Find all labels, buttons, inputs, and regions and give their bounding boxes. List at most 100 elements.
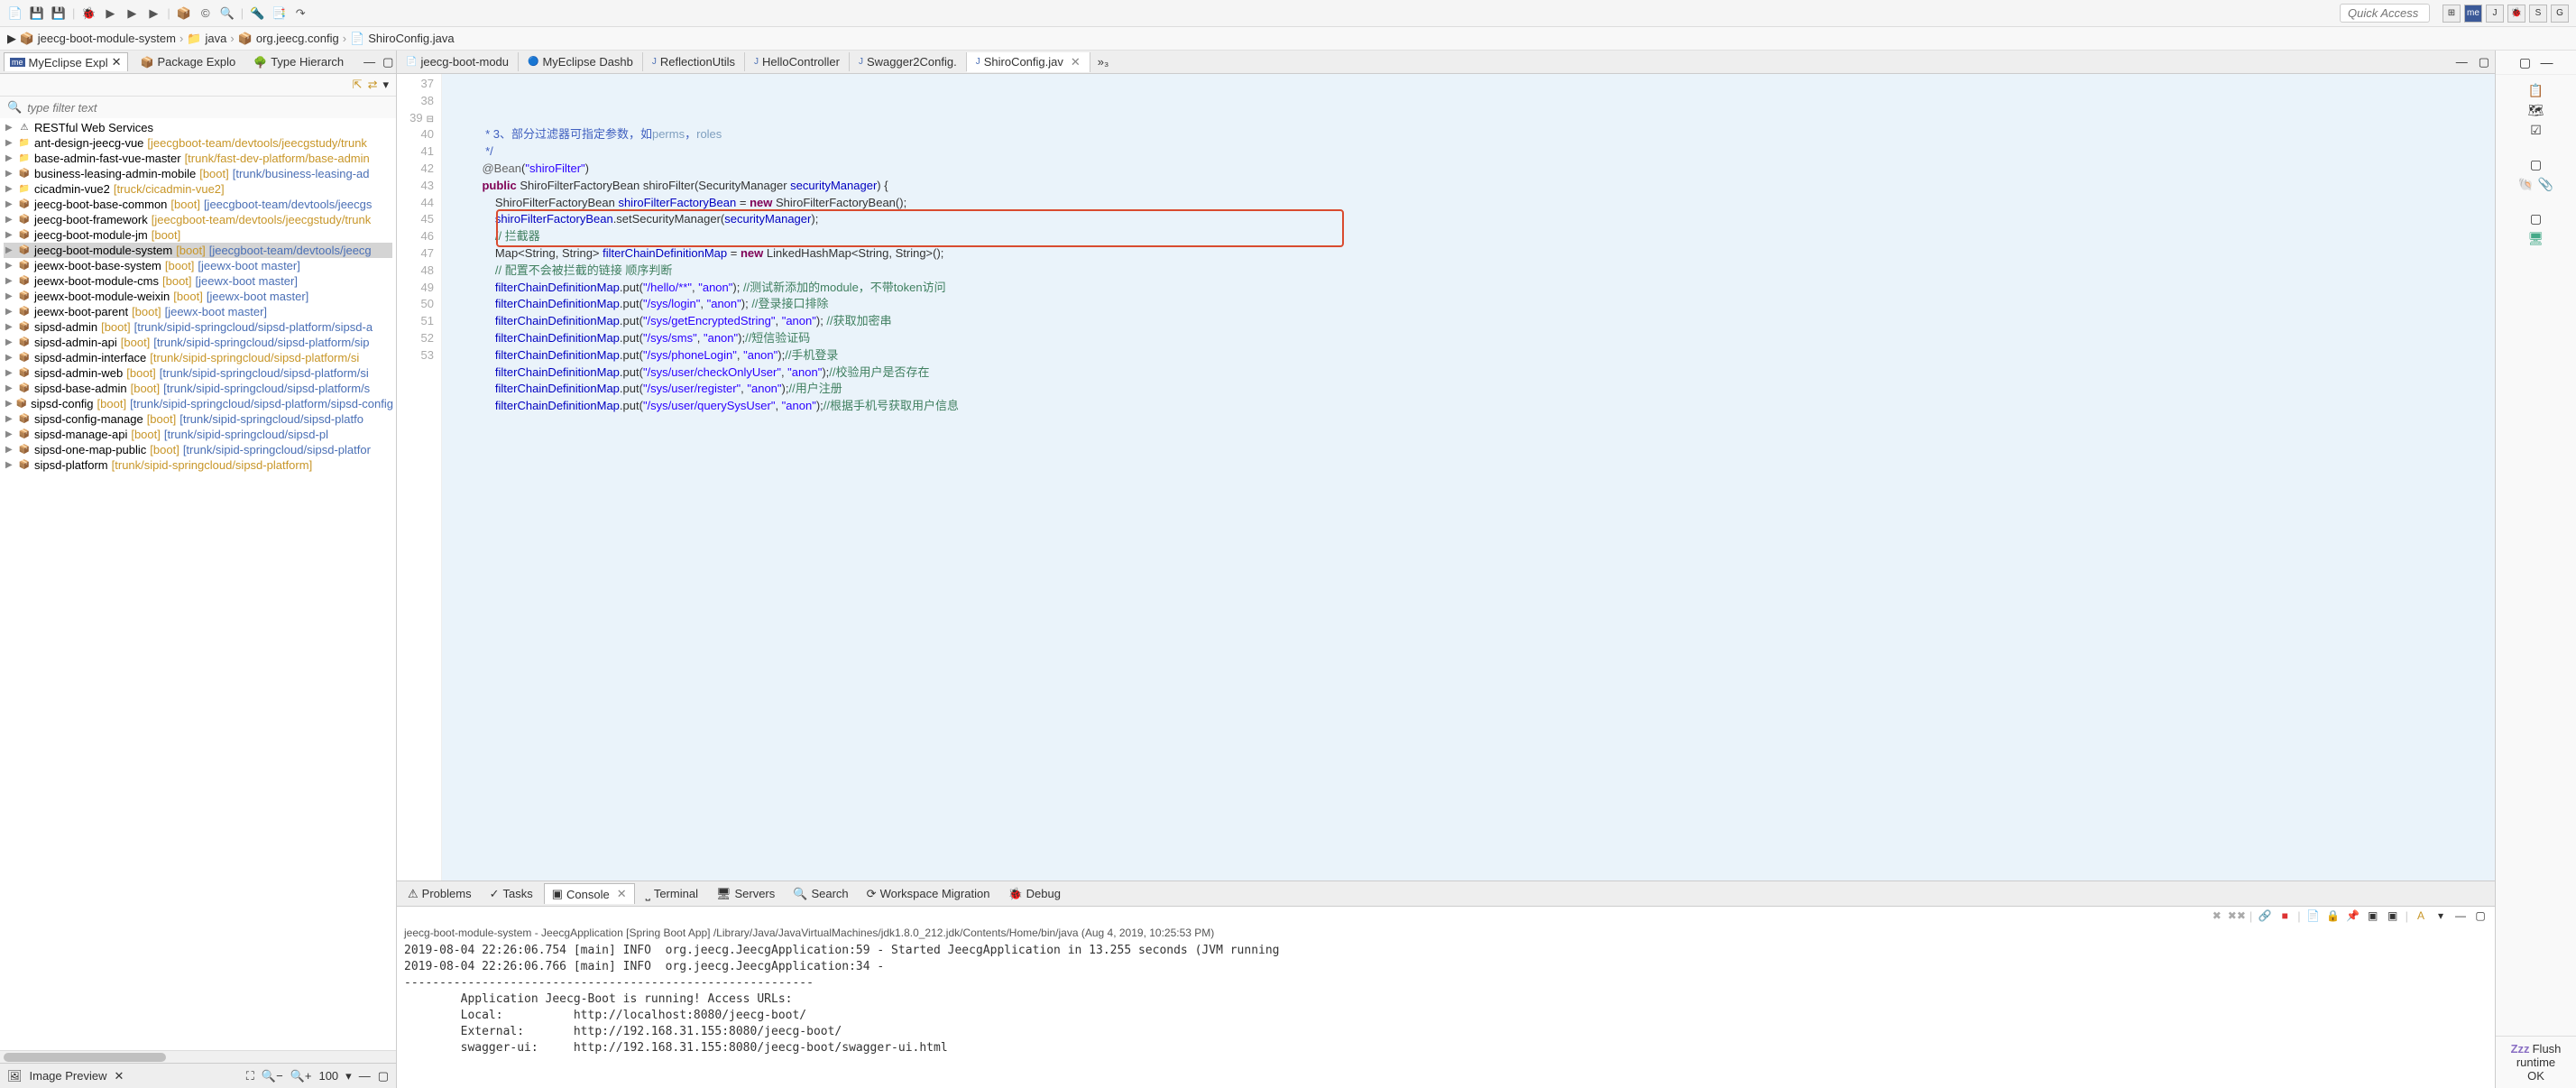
project-tree-item[interactable]: ▶📦sipsd-config [boot] [trunk/sipid-sprin… — [4, 396, 392, 411]
editor-tab[interactable]: JReflectionUtils — [643, 52, 745, 71]
horizontal-scrollbar[interactable] — [0, 1050, 396, 1063]
minimize-icon[interactable]: — — [2451, 55, 2473, 69]
close-icon[interactable]: ✕ — [115, 1069, 124, 1083]
project-tree[interactable]: ▶⚠RESTful Web Services▶📁ant-design-jeecg… — [0, 118, 396, 1050]
terminate-icon[interactable]: ■ — [2277, 908, 2292, 923]
svn-perspective-icon[interactable]: S — [2529, 5, 2547, 23]
editor-tab[interactable]: JShiroConfig.jav✕ — [967, 52, 1090, 72]
open-console-icon[interactable]: ▣ — [2386, 908, 2400, 923]
view-menu-icon[interactable]: ▾ — [345, 1069, 352, 1083]
display-selected-icon[interactable]: ▣ — [2366, 908, 2380, 923]
breadcrumb-file[interactable]: 📄 ShiroConfig.java — [350, 32, 455, 46]
myeclipse-perspective-icon[interactable]: me — [2464, 5, 2482, 23]
project-tree-item[interactable]: ▶📦sipsd-one-map-public [boot] [trunk/sip… — [4, 442, 392, 457]
link-icon[interactable]: 🔗 — [2258, 908, 2272, 923]
outline-icon[interactable]: 📋 — [2528, 82, 2544, 98]
project-tree-item[interactable]: ▶📦jeecg-boot-module-jm [boot] — [4, 227, 392, 243]
zoom-fit-icon[interactable]: ⛶ — [246, 1069, 254, 1083]
java-perspective-icon[interactable]: J — [2486, 5, 2504, 23]
ansi-icon[interactable]: A — [2414, 908, 2428, 923]
project-tree-item[interactable]: ▶📁ant-design-jeecg-vue [jeecgboot-team/d… — [4, 135, 392, 151]
bottom-tab-tasks[interactable]: ✓Tasks — [483, 884, 540, 904]
console-output[interactable]: 2019-08-04 22:26:06.754 [main] INFO org.… — [397, 941, 2495, 1088]
project-tree-item[interactable]: ▶📦sipsd-admin [boot] [trunk/sipid-spring… — [4, 319, 392, 335]
project-tree-item[interactable]: ▶📦sipsd-admin-interface [trunk/sipid-spr… — [4, 350, 392, 365]
toggle-mark-icon[interactable]: 📑 — [271, 5, 287, 22]
maximize-icon[interactable]: ▢ — [2473, 55, 2495, 69]
open-perspective-icon[interactable]: ⊞ — [2443, 5, 2461, 23]
bottom-tab-console[interactable]: ▣Console✕ — [544, 883, 635, 904]
link-editor-icon[interactable]: ⇄ — [368, 78, 378, 92]
new-icon[interactable]: 📄 — [7, 5, 23, 22]
flush-runtime-panel[interactable]: Zzz Flush runtime OK — [2496, 1036, 2576, 1088]
breadcrumb-src[interactable]: 📁 java — [187, 32, 226, 46]
project-tree-item[interactable]: ▶📁base-admin-fast-vue-master [trunk/fast… — [4, 151, 392, 166]
bottom-tab-debug[interactable]: 🐞Debug — [1000, 884, 1068, 904]
restore-icon[interactable]: ▢ — [2528, 210, 2544, 226]
project-tree-item[interactable]: ▶📁cicadmin-vue2 [truck/cicadmin-vue2] — [4, 181, 392, 197]
code-editor[interactable]: 3738394041424344454647484950515253 * 3、部… — [397, 74, 2495, 881]
project-tree-item[interactable]: ▶📦jeecg-boot-module-system [boot] [jeecg… — [4, 243, 392, 258]
shell-icon[interactable]: 🐚 — [2518, 176, 2535, 192]
project-tree-item[interactable]: ▶📦sipsd-admin-api [boot] [trunk/sipid-sp… — [4, 335, 392, 350]
bottom-tab-problems[interactable]: ⚠Problems — [400, 884, 479, 904]
project-tree-item[interactable]: ▶📦jeewx-boot-module-weixin [boot] [jeewx… — [4, 289, 392, 304]
bottom-tab-servers[interactable]: 🖥Servers — [709, 884, 782, 904]
maximize-icon[interactable]: ▢ — [382, 55, 393, 69]
bottom-tab-search[interactable]: 🔍Search — [786, 884, 855, 904]
save-all-icon[interactable]: 💾 — [51, 5, 67, 22]
more-tabs-button[interactable]: »₃ — [1090, 55, 1117, 69]
project-tree-item[interactable]: ▶📦jeecg-boot-base-common [boot] [jeecgbo… — [4, 197, 392, 212]
project-tree-item[interactable]: ▶📦jeewx-boot-module-cms [boot] [jeewx-bo… — [4, 273, 392, 289]
clear-console-icon[interactable]: 📄 — [2306, 908, 2321, 923]
minimize-icon[interactable]: — — [2453, 908, 2468, 923]
new-project-icon[interactable]: 📦 — [176, 5, 192, 22]
project-tree-item[interactable]: ▶📦sipsd-platform [trunk/sipid-springclou… — [4, 457, 392, 473]
project-tree-item[interactable]: ▶📦sipsd-admin-web [boot] [trunk/sipid-sp… — [4, 365, 392, 381]
editor-tab[interactable]: 🔵MyEclipse Dashb — [519, 52, 643, 71]
task-list-icon[interactable]: ☑ — [2528, 122, 2544, 138]
editor-tab[interactable]: 📄jeecg-boot-modu — [397, 52, 519, 71]
minimap-icon[interactable]: 🗺 — [2528, 102, 2544, 118]
open-type-icon[interactable]: 🔍 — [219, 5, 235, 22]
debug-icon[interactable]: 🐞 — [80, 5, 97, 22]
step-icon[interactable]: ↷ — [292, 5, 308, 22]
minimize-icon[interactable]: — — [359, 1069, 371, 1083]
project-tree-item[interactable]: ▶📦business-leasing-admin-mobile [boot] [… — [4, 166, 392, 181]
quick-access-input[interactable] — [2340, 4, 2430, 23]
bottom-tab-terminal[interactable]: ⎵Terminal — [639, 884, 705, 904]
remove-launch-icon[interactable]: ✖ — [2210, 908, 2224, 923]
restore-icon[interactable]: ▢ — [2517, 54, 2534, 70]
breadcrumb-package[interactable]: 📦 org.jeecg.config — [238, 32, 339, 46]
project-tree-item[interactable]: ▶📦sipsd-manage-api [boot] [trunk/sipid-s… — [4, 427, 392, 442]
project-tree-item[interactable]: ▶⚠RESTful Web Services — [4, 120, 392, 135]
editor-tab[interactable]: JHelloController — [745, 52, 850, 71]
view-menu-icon[interactable]: ▾ — [382, 78, 389, 92]
view-menu-icon[interactable]: ▾ — [2433, 908, 2448, 923]
project-tree-item[interactable]: ▶📦jeewx-boot-parent [boot] [jeewx-boot m… — [4, 304, 392, 319]
close-icon[interactable]: ✕ — [617, 887, 627, 901]
save-icon[interactable]: 💾 — [29, 5, 45, 22]
remove-all-icon[interactable]: ✖✖ — [2230, 908, 2244, 923]
project-tree-item[interactable]: ▶📦sipsd-config-manage [boot] [trunk/sipi… — [4, 411, 392, 427]
run-icon[interactable]: ▶ — [102, 5, 118, 22]
close-icon[interactable]: ✕ — [112, 55, 122, 69]
snippets-icon[interactable]: 📎 — [2538, 176, 2554, 192]
debug-perspective-icon[interactable]: 🐞 — [2507, 5, 2525, 23]
collapse-all-icon[interactable]: ⇱ — [353, 78, 363, 92]
close-icon[interactable]: ✕ — [1071, 55, 1081, 69]
maximize-icon[interactable]: ▢ — [2473, 908, 2488, 923]
editor-tab[interactable]: JSwagger2Config. — [850, 52, 967, 71]
project-tree-item[interactable]: ▶📦jeewx-boot-base-system [boot] [jeewx-b… — [4, 258, 392, 273]
maximize-icon[interactable]: ▢ — [378, 1069, 389, 1083]
scroll-lock-icon[interactable]: 🔒 — [2326, 908, 2341, 923]
servers-icon[interactable]: 🖥 — [2528, 230, 2544, 246]
bottom-tab-workspace-migration[interactable]: ⟳Workspace Migration — [860, 884, 998, 904]
zoom-100-icon[interactable]: 100 — [318, 1069, 338, 1083]
zoom-out-icon[interactable]: 🔍− — [262, 1069, 283, 1083]
zoom-in-icon[interactable]: 🔍+ — [290, 1069, 312, 1083]
quick-access[interactable] — [2340, 4, 2430, 23]
git-perspective-icon[interactable]: G — [2551, 5, 2569, 23]
project-tree-item[interactable]: ▶📦sipsd-base-admin [boot] [trunk/sipid-s… — [4, 381, 392, 396]
package-explorer-tab[interactable]: 📦 Package Explo — [135, 53, 242, 70]
